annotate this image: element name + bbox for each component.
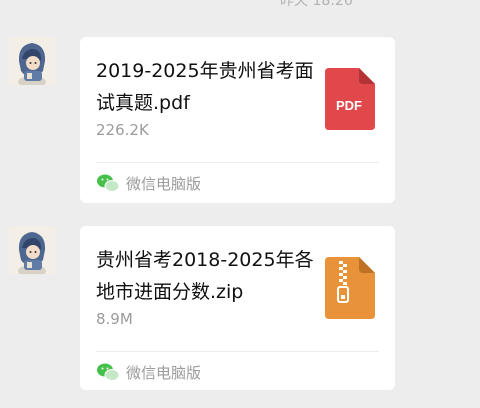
avatar-image — [8, 37, 56, 85]
divider — [96, 351, 379, 352]
file-size: 226.2K — [96, 121, 149, 139]
chat-message: 2019-2025年贵州省考面试真题.pdf 226.2K PDF 微信电脑版 — [0, 37, 480, 205]
chat-message: 贵州省考2018-2025年各地市进面分数.zip 8.9M 微信电脑版 — [0, 226, 480, 392]
file-size: 8.9M — [96, 310, 133, 328]
avatar[interactable] — [8, 37, 56, 85]
avatar-image — [8, 226, 56, 274]
source-label: 微信电脑版 — [126, 363, 202, 382]
message-source: 微信电脑版 — [96, 171, 201, 195]
pdf-icon-label: PDF — [336, 98, 362, 113]
source-label: 微信电脑版 — [126, 174, 202, 193]
file-message-card[interactable]: 贵州省考2018-2025年各地市进面分数.zip 8.9M 微信电脑版 — [80, 226, 395, 390]
chat-timestamp: 昨天 18:26 — [280, 0, 353, 9]
file-message-card[interactable]: 2019-2025年贵州省考面试真题.pdf 226.2K PDF 微信电脑版 — [80, 37, 395, 203]
wechat-icon — [97, 174, 120, 192]
message-source: 微信电脑版 — [96, 360, 201, 384]
file-name: 2019-2025年贵州省考面试真题.pdf — [96, 60, 314, 114]
file-name: 贵州省考2018-2025年各地市进面分数.zip — [96, 249, 314, 303]
zip-file-icon — [325, 257, 375, 319]
divider — [96, 162, 379, 163]
avatar[interactable] — [8, 226, 56, 274]
pdf-file-icon: PDF — [325, 68, 375, 130]
wechat-icon — [97, 363, 120, 381]
